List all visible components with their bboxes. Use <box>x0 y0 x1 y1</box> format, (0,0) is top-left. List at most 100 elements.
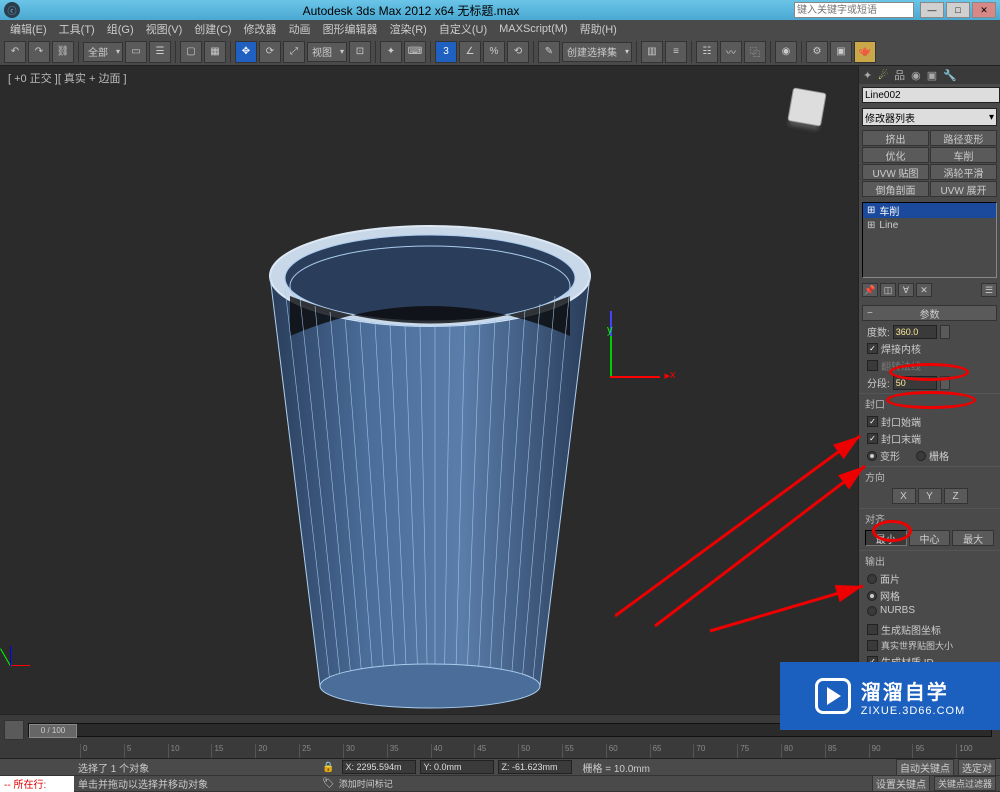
select-name-icon[interactable]: ☰ <box>149 41 171 63</box>
menu-animation[interactable]: 动画 <box>283 21 317 37</box>
configure-icon[interactable]: ☰ <box>981 283 997 297</box>
close-button[interactable]: ✕ <box>972 2 996 18</box>
viewcube[interactable] <box>784 84 830 130</box>
editsel-icon[interactable]: ✎ <box>538 41 560 63</box>
minimize-button[interactable]: — <box>920 2 944 18</box>
show-result-icon[interactable]: ◫ <box>880 283 896 297</box>
mod-btn-turbosmooth[interactable]: 涡轮平滑 <box>930 164 997 180</box>
degrees-input[interactable]: 360.0 <box>893 325 937 339</box>
menu-grapheditor[interactable]: 图形编辑器 <box>317 21 384 37</box>
menu-maxscript[interactable]: MAXScript(M) <box>493 23 573 35</box>
mod-btn-bevel[interactable]: 倒角剖面 <box>862 181 929 197</box>
mod-btn-lathe[interactable]: 车削 <box>930 147 997 163</box>
menu-group[interactable]: 组(G) <box>101 21 140 37</box>
align-max-button[interactable]: 最大 <box>952 530 994 546</box>
cap-end-checkbox[interactable]: ✓ <box>867 433 878 444</box>
selected-button[interactable]: 选定对 <box>958 759 996 776</box>
coord-y-input[interactable] <box>420 760 494 774</box>
window-crossing-icon[interactable]: ▦ <box>204 41 226 63</box>
mod-btn-unwrap[interactable]: UVW 展开 <box>930 181 997 197</box>
create-tab-icon[interactable]: ✦ <box>863 69 872 82</box>
modifier-list-dropdown[interactable]: 修改器列表 <box>862 108 997 126</box>
real-world-checkbox[interactable] <box>867 640 878 651</box>
keyfilter-button[interactable]: 关键点过滤器 <box>934 776 996 791</box>
mirror-icon[interactable]: ▥ <box>641 41 663 63</box>
percent-snap-icon[interactable]: % <box>483 41 505 63</box>
time-ruler[interactable]: 05 1015 2025 3035 4045 5055 6065 7075 80… <box>0 744 1000 758</box>
mesh-radio[interactable] <box>867 591 877 601</box>
object-name-input[interactable] <box>862 87 1000 103</box>
setkey-button[interactable]: 设置关键点 <box>872 775 930 792</box>
utilities-tab-icon[interactable]: 🔧 <box>943 69 957 82</box>
display-tab-icon[interactable]: ▣ <box>927 69 937 82</box>
dir-x-button[interactable]: X <box>892 488 916 504</box>
stack-item-lathe[interactable]: ⊞车削 <box>863 203 996 218</box>
curve-editor-icon[interactable]: 〰 <box>720 41 742 63</box>
segments-input[interactable]: 50 <box>893 376 937 390</box>
menu-edit[interactable]: 编辑(E) <box>4 21 53 37</box>
cup-model[interactable]: x <box>240 196 620 716</box>
refcoord-dropdown[interactable]: 视图 <box>307 42 347 62</box>
rendered-frame-icon[interactable]: ▣ <box>830 41 852 63</box>
select-rect-icon[interactable]: ▢ <box>180 41 202 63</box>
hierarchy-tab-icon[interactable]: 品 <box>894 67 905 83</box>
gen-coords-checkbox[interactable] <box>867 624 878 635</box>
mod-btn-pathdeform[interactable]: 路径变形 <box>930 130 997 146</box>
time-tag-icon[interactable]: 🏷 <box>322 778 335 789</box>
unique-icon[interactable]: ∀ <box>898 283 914 297</box>
degrees-spinner[interactable] <box>940 325 950 339</box>
menu-render[interactable]: 渲染(R) <box>384 21 433 37</box>
mod-btn-optimize[interactable]: 优化 <box>862 147 929 163</box>
morph-radio[interactable] <box>867 451 877 461</box>
menu-create[interactable]: 创建(C) <box>188 21 237 37</box>
render-setup-icon[interactable]: ⚙ <box>806 41 828 63</box>
coord-x-input[interactable] <box>342 760 416 774</box>
keyboard-icon[interactable]: ⌨ <box>404 41 426 63</box>
move-gizmo[interactable]: x <box>590 336 670 416</box>
selection-filter-dropdown[interactable]: 全部 <box>83 42 123 62</box>
link-icon[interactable]: ⛓ <box>52 41 74 63</box>
render-icon[interactable]: 🫖 <box>854 41 876 63</box>
help-search-input[interactable] <box>794 2 914 18</box>
lock-icon[interactable]: 🔒 <box>322 762 334 773</box>
align-icon[interactable]: ≡ <box>665 41 687 63</box>
schematic-icon[interactable]: ⿻ <box>744 41 766 63</box>
stack-item-line[interactable]: ⊞Line <box>863 218 996 233</box>
redo-icon[interactable]: ↷ <box>28 41 50 63</box>
coord-z-input[interactable] <box>498 760 572 774</box>
rotate-icon[interactable]: ⟳ <box>259 41 281 63</box>
weld-core-checkbox[interactable]: ✓ <box>867 343 878 354</box>
mod-btn-extrude[interactable]: 挤出 <box>862 130 929 146</box>
pin-stack-icon[interactable]: 📌 <box>862 283 878 297</box>
manipulate-icon[interactable]: ✦ <box>380 41 402 63</box>
dir-z-button[interactable]: Z <box>944 488 968 504</box>
patch-radio[interactable] <box>867 574 877 584</box>
modifier-stack[interactable]: ⊞车削 ⊞Line <box>862 202 997 278</box>
align-min-button[interactable]: 最小 <box>865 530 907 546</box>
remove-mod-icon[interactable]: ✕ <box>916 283 932 297</box>
align-center-button[interactable]: 中心 <box>909 530 951 546</box>
viewport-label[interactable]: [ +0 正交 ][ 真实 + 边面 ] <box>8 70 127 86</box>
menu-help[interactable]: 帮助(H) <box>574 21 623 37</box>
macro-recorder[interactable]: -- 所在行: <box>0 776 74 792</box>
autokey-button[interactable]: 自动关键点 <box>896 759 954 776</box>
menu-customize[interactable]: 自定义(U) <box>433 21 493 37</box>
grid-radio[interactable] <box>916 451 926 461</box>
segments-spinner[interactable] <box>940 376 950 390</box>
move-icon[interactable]: ✥ <box>235 41 257 63</box>
cap-start-checkbox[interactable]: ✓ <box>867 416 878 427</box>
modify-tab-icon[interactable]: ☄ <box>878 69 888 82</box>
menu-view[interactable]: 视图(V) <box>140 21 189 37</box>
rollout-params[interactable]: 参数 <box>862 305 997 321</box>
layer-icon[interactable]: ☷ <box>696 41 718 63</box>
motion-tab-icon[interactable]: ◉ <box>911 69 921 82</box>
select-icon[interactable]: ▭ <box>125 41 147 63</box>
material-editor-icon[interactable]: ◉ <box>775 41 797 63</box>
nurbs-radio[interactable] <box>867 606 877 616</box>
dir-y-button[interactable]: Y <box>918 488 942 504</box>
mod-btn-uvwmap[interactable]: UVW 贴图 <box>862 164 929 180</box>
undo-icon[interactable]: ↶ <box>4 41 26 63</box>
menu-tools[interactable]: 工具(T) <box>53 21 101 37</box>
maximize-button[interactable]: □ <box>946 2 970 18</box>
angle-snap-icon[interactable]: ∠ <box>459 41 481 63</box>
